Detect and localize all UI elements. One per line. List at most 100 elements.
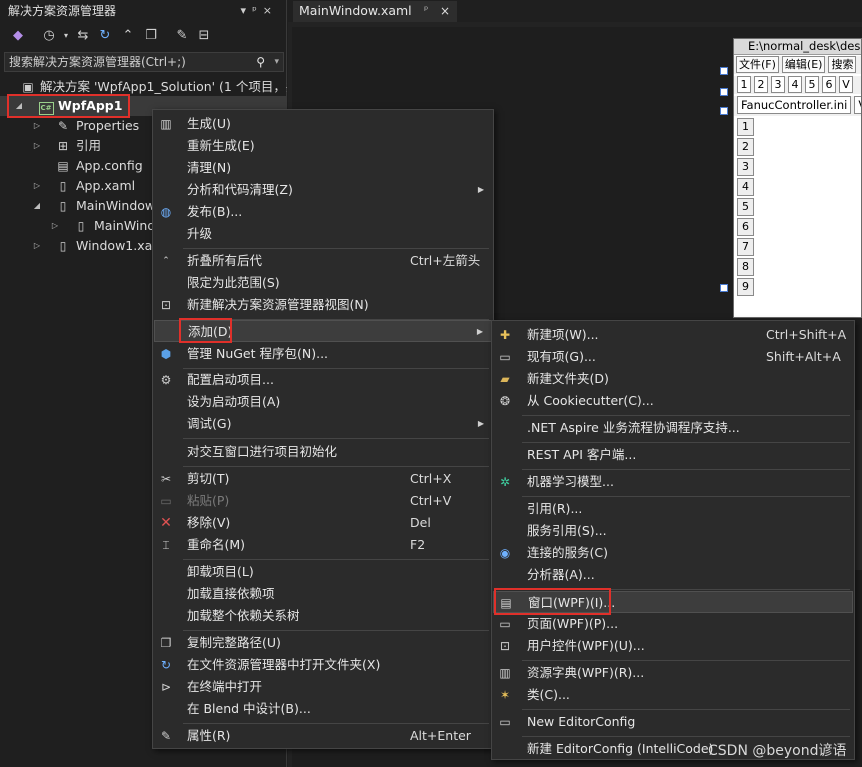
menu-item-rename[interactable]: ⌶ 重命名(M) F2	[154, 534, 492, 556]
resize-adorner-handle[interactable]	[720, 107, 728, 115]
menu-item-blend[interactable]: 在 Blend 中设计(B)...	[154, 698, 492, 720]
submenu-item-cookiecutter[interactable]: ❂ 从 Cookiecutter(C)...	[493, 390, 853, 412]
menu-item-cut[interactable]: ✂ 剪切(T) Ctrl+X	[154, 468, 492, 490]
menu-separator	[183, 248, 489, 249]
collapsed-arrow-icon[interactable]: ▷	[32, 176, 42, 196]
menu-item-upgrade[interactable]: 升级	[154, 223, 492, 245]
menu-item-shortcut: Ctrl+Shift+A	[766, 327, 847, 342]
collapsed-arrow-icon[interactable]: ▷	[50, 216, 60, 236]
submenu-item-resource-dictionary[interactable]: ▥ 资源字典(WPF)(R)...	[493, 662, 853, 684]
menu-item-copy-path[interactable]: ❐ 复制完整路径(U)	[154, 632, 492, 654]
menu-item-configure-startup[interactable]: ⚙ 配置启动项目...	[154, 369, 492, 391]
menu-item-nuget[interactable]: ⬢ 管理 NuGet 程序包(N)...	[154, 343, 492, 365]
menu-item-load-tree[interactable]: 加载整个依赖关系树	[154, 605, 492, 627]
tab-mainwindow-xaml[interactable]: MainWindow.xaml ᵖ ×	[293, 1, 457, 22]
pin-icon[interactable]: ᵖ	[252, 4, 263, 17]
menu-item-interactive-init[interactable]: 对交互窗口进行项目初始化	[154, 441, 492, 463]
submenu-item-connected-services[interactable]: ◉ 连接的服务(C)	[493, 542, 853, 564]
preview-tab[interactable]: 2	[754, 76, 768, 93]
submenu-item-analyzer[interactable]: 分析器(A)...	[493, 564, 853, 586]
collapsed-arrow-icon[interactable]: ▷	[32, 136, 42, 156]
properties-icon[interactable]: ⊟	[196, 28, 212, 44]
menu-item-label: 管理 NuGet 程序包(N)...	[187, 346, 329, 361]
vs-icon[interactable]: ◆	[10, 28, 26, 44]
preview-menu-edit[interactable]: 编辑(E)	[781, 56, 826, 73]
menu-separator	[522, 442, 850, 443]
history-icon[interactable]: ◷	[41, 28, 57, 44]
menu-item-properties[interactable]: ✎ 属性(R) Alt+Enter	[154, 725, 492, 747]
search-input[interactable]: 搜索解决方案资源管理器(Ctrl+;) ⚲ ▾	[4, 52, 284, 72]
close-icon[interactable]: ×	[263, 4, 278, 17]
preview-menu-search[interactable]: 搜索	[828, 56, 857, 73]
collapsed-arrow-icon[interactable]: ▷	[32, 236, 42, 256]
submenu-item-reference[interactable]: 引用(R)...	[493, 498, 853, 520]
menu-item-scope[interactable]: 限定为此范围(S)	[154, 272, 492, 294]
submenu-item-new-folder[interactable]: ▰ 新建文件夹(D)	[493, 368, 853, 390]
menu-item-debug[interactable]: 调试(G) ▶	[154, 413, 492, 435]
menu-item-new-view[interactable]: ⊡ 新建解决方案资源管理器视图(N)	[154, 294, 492, 316]
submenu-item-aspire[interactable]: .NET Aspire 业务流程协调程序支持...	[493, 417, 853, 439]
globe-icon: ◍	[160, 205, 172, 219]
wrench-icon[interactable]: ✎	[174, 28, 190, 44]
menu-item-unload[interactable]: 卸载项目(L)	[154, 561, 492, 583]
menu-item-publish[interactable]: ◍ 发布(B)...	[154, 201, 492, 223]
menu-item-analyze[interactable]: 分析和代码清理(Z) ▶	[154, 179, 492, 201]
copy-icon[interactable]: ❐	[143, 28, 159, 44]
preview-tab[interactable]: V	[839, 76, 853, 93]
close-icon[interactable]: ×	[440, 1, 450, 21]
wrench-icon: ✎	[160, 729, 172, 743]
menu-item-remove[interactable]: ✕ 移除(V) Del	[154, 512, 492, 534]
menu-item-label: 加载直接依赖项	[187, 586, 275, 601]
clipboard-icon: ▭	[160, 494, 172, 508]
menu-item-build[interactable]: ▥ 生成(U)	[154, 113, 492, 135]
submenu-item-service-reference[interactable]: 服务引用(S)...	[493, 520, 853, 542]
submenu-item-wpf-page[interactable]: ▭ 页面(WPF)(P)...	[493, 613, 853, 635]
preview-file-tab[interactable]: V	[854, 96, 861, 114]
collapse-all-icon[interactable]: ⌃	[120, 28, 136, 44]
preview-tab[interactable]: 5	[805, 76, 819, 93]
menu-item-label: 卸载项目(L)	[187, 564, 254, 579]
refresh-folder-icon: ↻	[160, 658, 172, 672]
submenu-item-new-item[interactable]: ✚ 新建项(W)... Ctrl+Shift+A	[493, 324, 853, 346]
pin-icon[interactable]: ᵖ	[424, 1, 428, 21]
resize-adorner-handle[interactable]	[720, 284, 728, 292]
preview-file-tab[interactable]: FanucController.ini	[737, 96, 852, 114]
menu-item-open-folder[interactable]: ↻ 在文件资源管理器中打开文件夹(X)	[154, 654, 492, 676]
menu-item-shortcut: Ctrl+左箭头	[410, 253, 481, 268]
submenu-item-class[interactable]: ✶ 类(C)...	[493, 684, 853, 706]
chevron-down-icon[interactable]: ▾	[58, 28, 74, 44]
submenu-item-rest-api[interactable]: REST API 客户端...	[493, 444, 853, 466]
preview-tab[interactable]: 3	[771, 76, 785, 93]
submenu-item-ml-model[interactable]: ✲ 机器学习模型...	[493, 471, 853, 493]
menu-item-label: 粘贴(P)	[187, 493, 230, 508]
preview-tab[interactable]: 4	[788, 76, 802, 93]
menu-item-open-terminal[interactable]: ⊳ 在终端中打开	[154, 676, 492, 698]
menu-item-set-startup[interactable]: 设为启动项目(A)	[154, 391, 492, 413]
submenu-item-editorconfig[interactable]: ▭ New EditorConfig	[493, 711, 853, 733]
search-icon[interactable]: ⚲	[256, 53, 265, 71]
dropdown-icon[interactable]: ▾	[241, 4, 253, 17]
menu-item-load-direct[interactable]: 加载直接依赖项	[154, 583, 492, 605]
menu-item-collapse-all[interactable]: ⌃ 折叠所有后代 Ctrl+左箭头	[154, 250, 492, 272]
resize-adorner-handle[interactable]	[720, 88, 728, 96]
switch-views-icon[interactable]: ⇆	[75, 28, 91, 44]
menu-item-label: 机器学习模型...	[527, 474, 614, 489]
preview-menu-file[interactable]: 文件(F)	[736, 56, 779, 73]
config-file-icon: ▤	[57, 159, 69, 173]
chevron-down-icon[interactable]: ▾	[274, 53, 279, 71]
preview-tab[interactable]: 6	[822, 76, 836, 93]
menu-item-paste[interactable]: ▭ 粘贴(P) Ctrl+V	[154, 490, 492, 512]
submenu-item-wpf-user-control[interactable]: ⊡ 用户控件(WPF)(U)...	[493, 635, 853, 657]
cookie-icon: ❂	[499, 394, 511, 408]
sync-icon[interactable]: ↻	[97, 28, 113, 44]
resize-adorner-handle[interactable]	[720, 67, 728, 75]
preview-tab[interactable]: 1	[737, 76, 751, 93]
expand-arrow-icon[interactable]: ◢	[32, 196, 42, 216]
preview-tab-row: 123456V	[734, 76, 861, 94]
collapsed-arrow-icon[interactable]: ▷	[32, 116, 42, 136]
wpf-window-preview[interactable]: E:\normal_desk\desk 文件(F) 编辑(E) 搜索 123456V…	[733, 38, 862, 318]
menu-item-clean[interactable]: 清理(N)	[154, 157, 492, 179]
menu-item-rebuild[interactable]: 重新生成(E)	[154, 135, 492, 157]
preview-menu-bar: 文件(F) 编辑(E) 搜索	[734, 56, 861, 74]
submenu-item-existing-item[interactable]: ▭ 现有项(G)... Shift+Alt+A	[493, 346, 853, 368]
